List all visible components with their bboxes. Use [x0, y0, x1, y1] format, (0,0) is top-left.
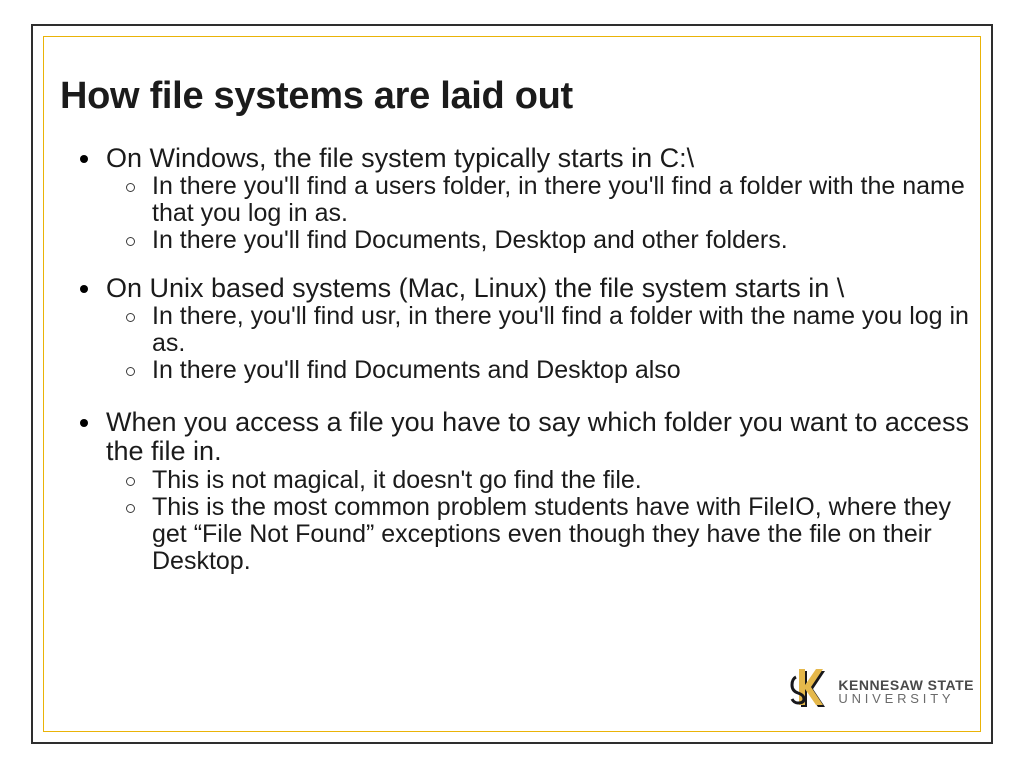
sub-bullet-item: In there, you'll find usr, in there you'…	[106, 303, 970, 357]
sub-bullet-text: In there you'll find Documents, Desktop …	[152, 227, 970, 254]
bullet-item-1: On Windows, the file system typically st…	[60, 144, 970, 254]
sub-bullet-text: This is not magical, it doesn't go find …	[152, 467, 970, 494]
bullet-list: On Windows, the file system typically st…	[60, 144, 970, 575]
bullet-main-text: When you access a file you have to say w…	[106, 408, 970, 466]
sub-bullet-item: In there you'll find a users folder, in …	[106, 173, 970, 227]
logo-line1: KENNESAW STATE	[838, 678, 974, 692]
sub-bullet-item: This is the most common problem students…	[106, 494, 970, 575]
university-logo: KENNESAW STATE UNIVERSITY	[790, 667, 974, 716]
sub-bullet-text: This is the most common problem students…	[152, 494, 970, 575]
ks-monogram-icon	[790, 667, 830, 716]
sub-bullet-item: In there you'll find Documents, Desktop …	[106, 227, 970, 254]
sub-bullet-item: In there you'll find Documents and Deskt…	[106, 357, 970, 384]
sub-bullet-text: In there, you'll find usr, in there you'…	[152, 303, 970, 357]
bullet-item-3: When you access a file you have to say w…	[60, 408, 970, 574]
logo-line2: UNIVERSITY	[838, 692, 974, 705]
bullet-main-text: On Windows, the file system typically st…	[106, 144, 970, 173]
sub-bullet-text: In there you'll find Documents and Deskt…	[152, 357, 970, 384]
logo-text: KENNESAW STATE UNIVERSITY	[838, 678, 974, 705]
sub-bullet-list: This is not magical, it doesn't go find …	[106, 467, 970, 575]
sub-bullet-item: This is not magical, it doesn't go find …	[106, 467, 970, 494]
slide-content: How file systems are laid out On Windows…	[60, 75, 970, 595]
slide: How file systems are laid out On Windows…	[0, 0, 1024, 768]
sub-bullet-list: In there you'll find a users folder, in …	[106, 173, 970, 254]
sub-bullet-list: In there, you'll find usr, in there you'…	[106, 303, 970, 384]
slide-title: How file systems are laid out	[60, 75, 970, 118]
bullet-item-2: On Unix based systems (Mac, Linux) the f…	[60, 274, 970, 384]
sub-bullet-text: In there you'll find a users folder, in …	[152, 173, 970, 227]
bullet-main-text: On Unix based systems (Mac, Linux) the f…	[106, 274, 970, 303]
